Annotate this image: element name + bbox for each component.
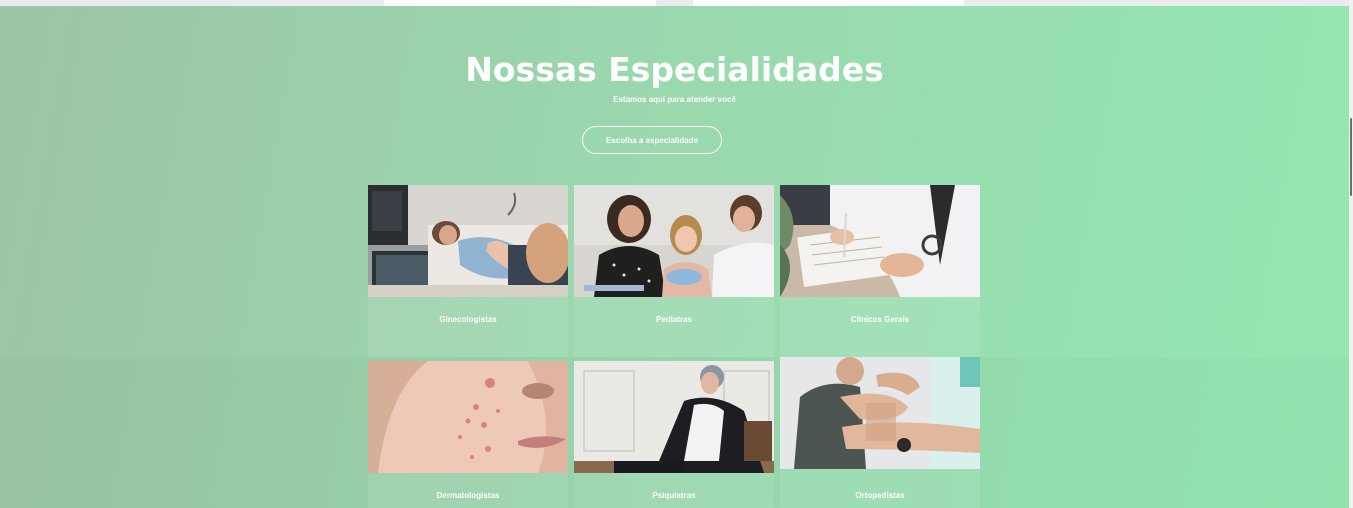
specialty-label: Ortopedistas [855,491,905,500]
specialty-card-pediatras[interactable]: Pediatras [574,185,774,357]
specialty-label: Dermatologistas [436,491,500,500]
page-scrollbar-thumb[interactable] [1350,118,1352,196]
specialty-label: Psiquiatras [652,491,696,500]
ultrasound-exam-photo [368,185,568,297]
choose-specialty-button[interactable]: Escolha a especialidade [582,126,722,154]
specialties-section: Nossas Especialidades Estamos aqui para … [0,6,1349,508]
specialty-label: Ginecologistas [439,315,497,324]
skin-acne-closeup-photo [368,361,568,473]
specialty-card-ginecologistas[interactable]: Ginecologistas [368,185,568,357]
specialty-card-psiquiatras[interactable]: Psiquiatras [574,361,774,508]
section-subtitle: Estamos aqui para atender você [613,95,736,104]
psychiatric-session-photo [574,361,774,473]
specialty-label: Clínicos Gerais [850,315,910,324]
pediatric-consultation-photo [574,185,774,297]
section-title: Nossas Especialidades [465,50,884,89]
specialty-card-dermatologistas[interactable]: Dermatologistas [368,361,568,508]
specialty-card-ortopedistas[interactable]: Ortopedistas [780,357,980,508]
doctor-writing-notes-photo [780,185,980,297]
specialty-label: Pediatras [655,315,693,324]
specialty-card-clinicos-gerais[interactable]: Clínicos Gerais [780,185,980,357]
page-scrollbar-track[interactable] [1349,0,1353,508]
elbow-exam-photo [780,357,980,469]
